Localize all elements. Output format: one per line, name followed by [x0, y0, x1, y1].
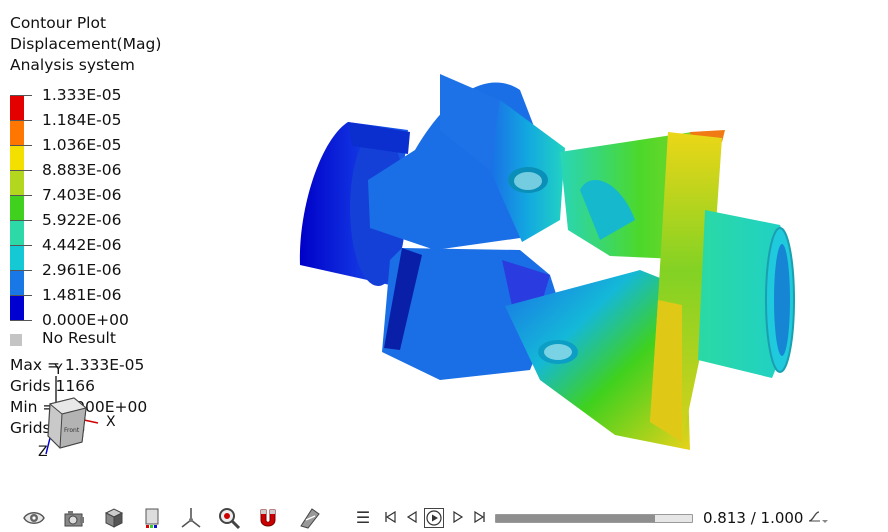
legend-tick [10, 320, 32, 321]
legend-value-label: 4.442E-06 [42, 236, 122, 254]
color-legend-icon[interactable] [140, 505, 166, 531]
camera-icon[interactable] [61, 505, 87, 531]
legend-value-label: 2.961E-06 [42, 261, 122, 279]
legend-swatch [10, 245, 24, 270]
legend-tick [10, 195, 32, 196]
legend-value-label: 0.000E+00 [42, 311, 129, 329]
animation-menu-icon[interactable]: ☰ [354, 508, 372, 527]
result-type-title: Displacement(Mag) [10, 35, 162, 53]
animation-slider-fill [496, 515, 656, 522]
legend-value-label: 1.481E-06 [42, 286, 122, 304]
first-frame-icon[interactable] [381, 508, 399, 526]
magnet-icon[interactable] [255, 505, 281, 531]
last-frame-icon[interactable] [471, 508, 489, 526]
fea-model-3d [299, 74, 795, 450]
legend-tick [10, 245, 32, 246]
legend-value-label: 5.922E-06 [42, 211, 122, 229]
plot-type-title: Contour Plot [10, 14, 107, 32]
legend-value-label: 7.403E-06 [42, 186, 122, 204]
cube-view-icon[interactable] [101, 505, 127, 531]
model-viewport[interactable] [290, 60, 810, 460]
animation-slider[interactable] [495, 514, 693, 523]
section-cut-icon[interactable] [297, 505, 323, 531]
previous-frame-icon[interactable] [403, 508, 421, 526]
legend-swatch [10, 195, 24, 220]
contour-legend: No Result 1.333E-05 1.184E-05 1.036E-05 8.8… [10, 86, 170, 353]
y-axis-label: Y [54, 362, 63, 378]
bottom-toolbar: ☰ 0.813 / 1.000 [0, 502, 888, 532]
coordinate-system-title: Analysis system [10, 56, 135, 74]
legend-swatch [10, 270, 24, 295]
axis-triad[interactable]: Front Y X Z [30, 362, 120, 462]
animation-settings-icon[interactable] [807, 508, 829, 526]
legend-tick [10, 295, 32, 296]
plot-header: Contour Plot Displacement(Mag) Analysis … [10, 13, 161, 76]
legend-tick [10, 220, 32, 221]
legend-tick [10, 95, 32, 96]
legend-swatch [10, 220, 24, 245]
legend-swatch [10, 120, 24, 145]
x-axis-label: X [106, 414, 116, 430]
legend-swatch [10, 145, 24, 170]
legend-swatch [10, 95, 24, 120]
no-result-label: No Result [42, 329, 116, 347]
eye-icon[interactable] [21, 505, 47, 531]
z-axis-label: Z [38, 444, 48, 460]
legend-value-label: 1.036E-05 [42, 136, 122, 154]
triad-face-label: Front [64, 427, 80, 434]
legend-tick [10, 170, 32, 171]
next-frame-icon[interactable] [449, 508, 467, 526]
zoom-icon[interactable] [216, 505, 242, 531]
legend-tick [10, 145, 32, 146]
legend-value-label: 1.333E-05 [42, 86, 122, 104]
legend-tick [10, 120, 32, 121]
legend-swatch [10, 295, 24, 320]
legend-tick [10, 270, 32, 271]
legend-value-label: 8.883E-06 [42, 161, 122, 179]
frame-counter: 0.813 / 1.000 [703, 509, 804, 527]
play-button[interactable] [424, 508, 444, 528]
axis-triad-tool-icon[interactable] [178, 505, 204, 531]
legend-swatch [10, 170, 24, 195]
no-result-swatch [10, 334, 22, 346]
legend-value-label: 1.184E-05 [42, 111, 122, 129]
